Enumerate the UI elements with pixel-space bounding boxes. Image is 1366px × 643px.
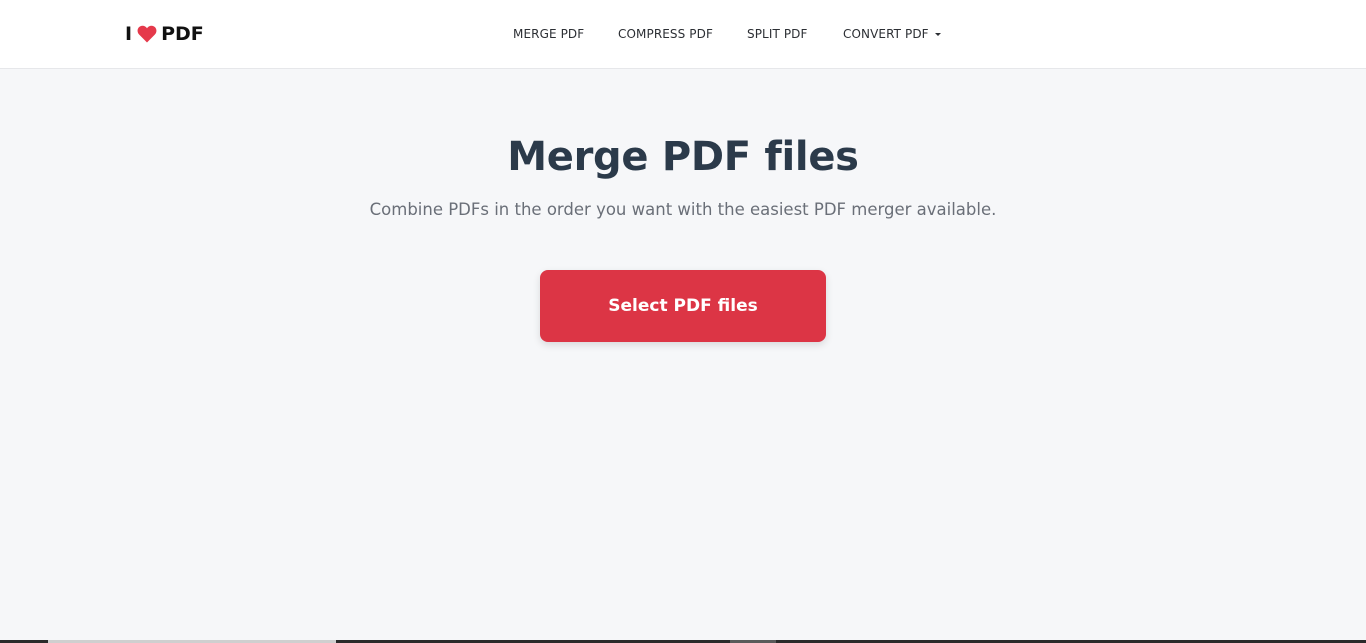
page-subtitle: Combine PDFs in the order you want with … — [369, 200, 997, 219]
nav-merge-pdf-label: MERGE PDF — [513, 27, 585, 41]
nav-compress-pdf[interactable]: COMPRESS PDF — [618, 27, 713, 41]
nav-convert-pdf-dropdown[interactable]: CONVERT PDF — [843, 27, 941, 41]
select-pdf-files-label: Select PDF files — [608, 296, 758, 316]
nav-split-pdf[interactable]: SPLIT PDF — [747, 27, 808, 41]
nav-split-pdf-label: SPLIT PDF — [747, 27, 808, 41]
caret-down-icon — [934, 33, 941, 36]
main-nav: MERGE PDF COMPRESS PDF SPLIT PDF CONVERT… — [0, 0, 1366, 69]
nav-compress-pdf-label: COMPRESS PDF — [618, 27, 713, 41]
select-pdf-files-button[interactable]: Select PDF files — [540, 270, 826, 342]
nav-merge-pdf[interactable]: MERGE PDF — [513, 27, 584, 41]
site-header: I PDF MERGE PDF COMPRESS PDF SPLIT PDF C… — [0, 0, 1366, 69]
page-title: Merge PDF files — [507, 134, 859, 180]
nav-convert-pdf-label: CONVERT PDF — [843, 27, 929, 41]
